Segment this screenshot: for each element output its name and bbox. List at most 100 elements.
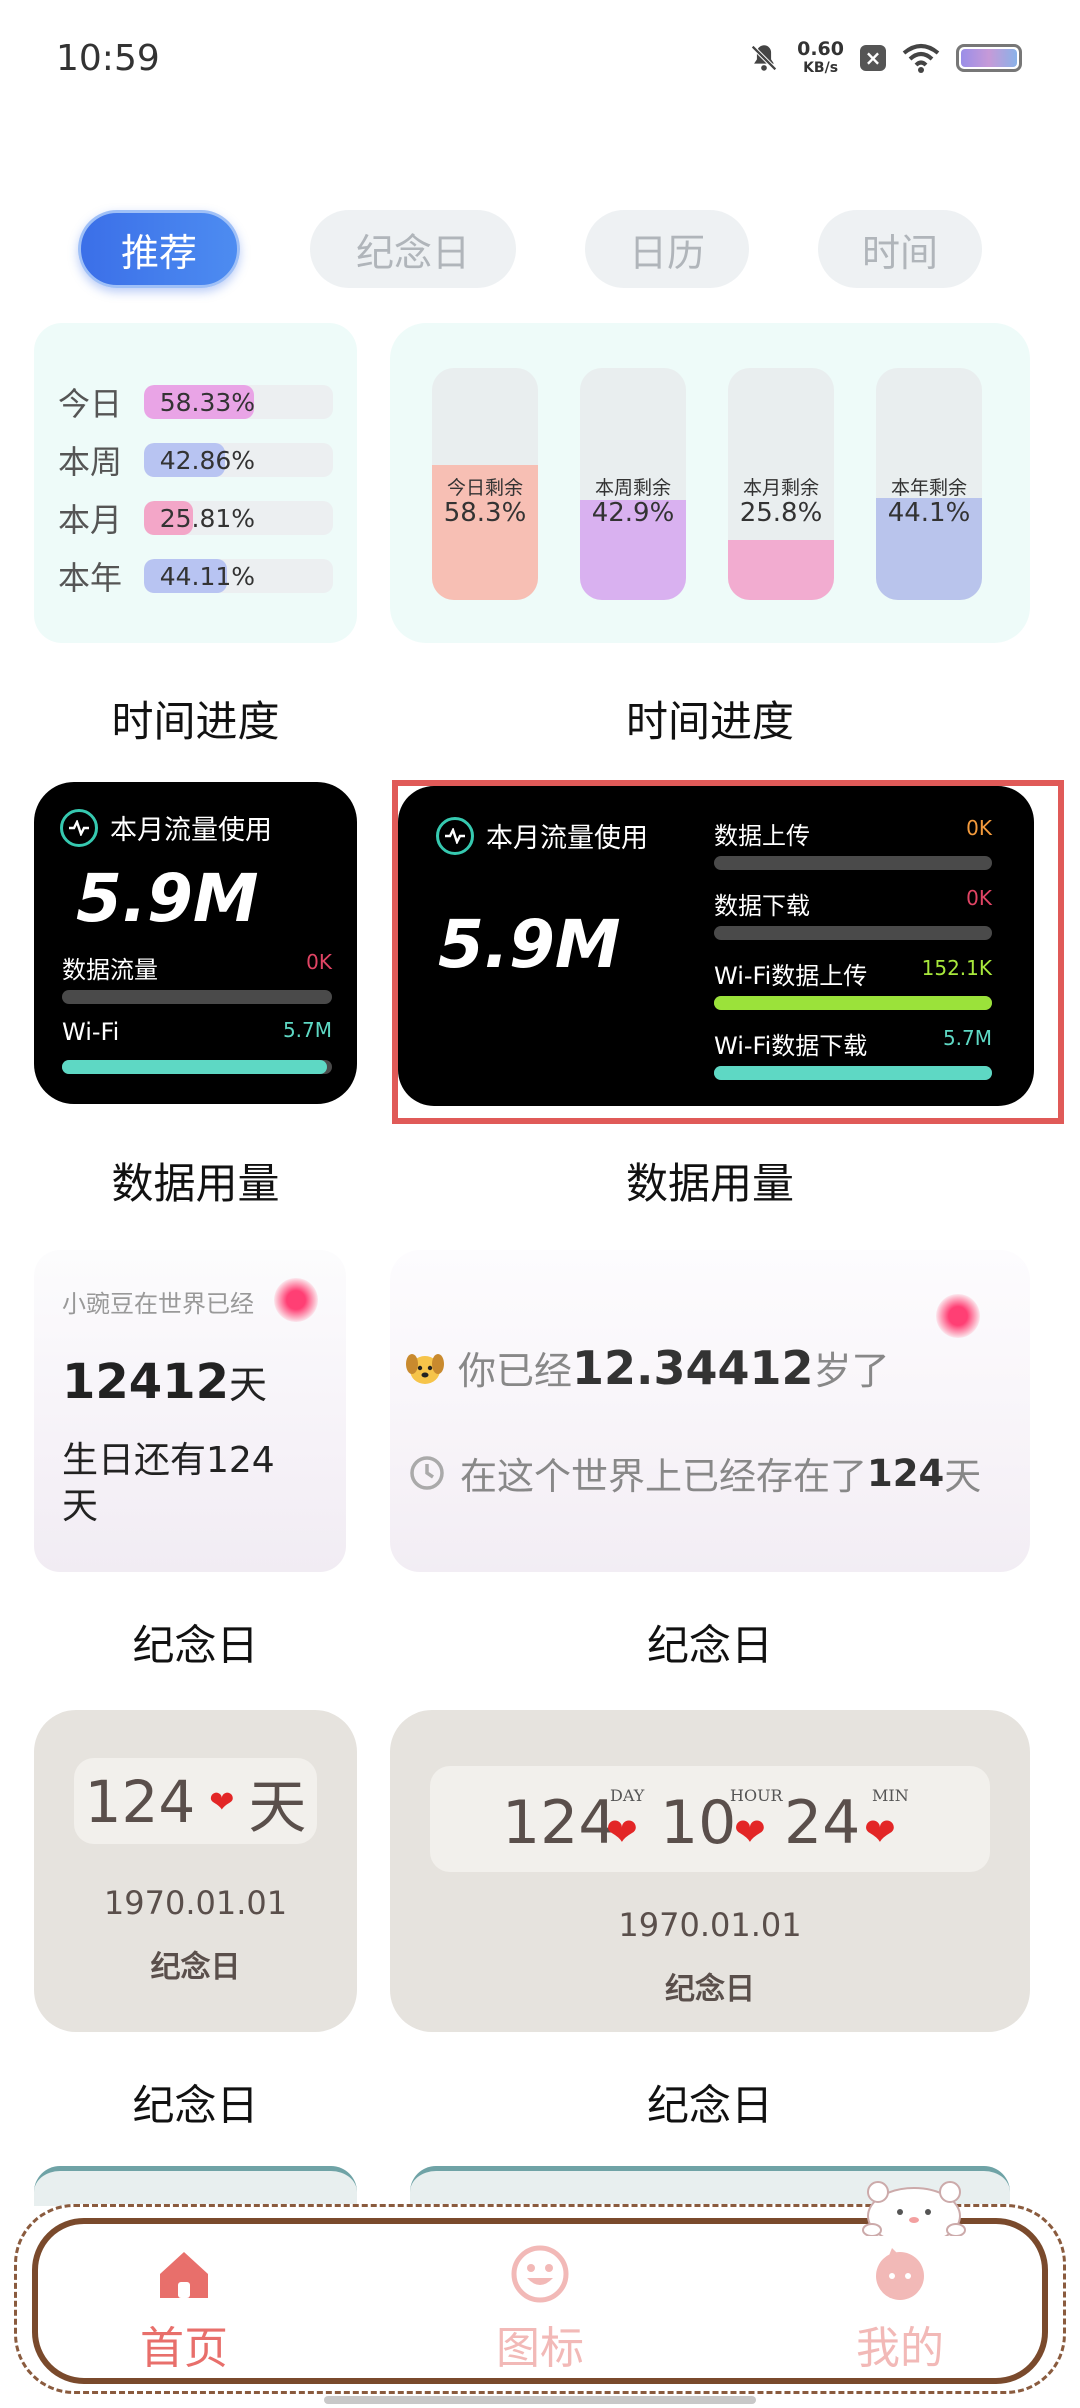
row-label: 数据流量 bbox=[62, 956, 158, 984]
heart-icon: ❤ bbox=[209, 1784, 235, 1820]
progress-bar: 42.86% bbox=[143, 443, 333, 477]
column-value: 25.8% bbox=[739, 498, 823, 528]
row-label: Wi-Fi bbox=[62, 1018, 120, 1046]
column-label: 本月剩余 bbox=[742, 477, 819, 499]
tab-time[interactable]: 时间 bbox=[818, 210, 982, 288]
row-track bbox=[714, 856, 992, 870]
exist-suffix: 天 bbox=[944, 1455, 982, 1498]
progress-value: 58.33% bbox=[159, 388, 256, 417]
day-label: DAY bbox=[610, 1786, 645, 1805]
countdown-name: 纪念日 bbox=[665, 1972, 755, 2007]
app-screen: 10:59 0.60 KB/s × 推荐 纪念日 日历 时间 今日 58.33%… bbox=[0, 0, 1080, 2408]
data-usage-row-download: 数据下载 0K bbox=[714, 886, 992, 942]
nav-label: 我的 bbox=[856, 2323, 944, 2374]
days-unit: 天 bbox=[229, 1363, 268, 1407]
status-time: 10:59 bbox=[56, 38, 160, 79]
progress-row-month: 本月 25.81% bbox=[58, 489, 333, 547]
widget-caption: 纪念日 bbox=[646, 2081, 773, 2130]
progress-label: 本周 bbox=[58, 443, 123, 481]
anniversary-large-widget[interactable]: 你已经 12.34412 岁了 在这个世界上已经存在了 124 天 bbox=[390, 1250, 1030, 1572]
data-usage-row-mobile: 数据流量 0K bbox=[62, 950, 332, 1004]
tab-recommend[interactable]: 推荐 bbox=[78, 210, 240, 288]
data-usage-title: 本月流量使用 bbox=[486, 823, 648, 854]
row-track bbox=[714, 926, 992, 940]
column-value: 42.9% bbox=[591, 498, 675, 528]
countdown-large-widget[interactable]: 124 DAY ❤ 10 HOUR ❤ 24 MIN ❤ 1970.01.01 … bbox=[390, 1710, 1030, 2032]
nav-label: 首页 bbox=[140, 2323, 228, 2374]
data-usage-row-wifi-upload: Wi-Fi数据上传 152.1K bbox=[714, 956, 992, 1012]
age-suffix: 岁了 bbox=[813, 1349, 890, 1393]
age-line: 你已经 12.34412 岁了 bbox=[404, 1340, 890, 1395]
countdown-name: 纪念日 bbox=[150, 1950, 241, 1985]
nav-label: 图标 bbox=[496, 2323, 584, 2374]
widget-caption: 时间进度 bbox=[111, 697, 280, 746]
anniversary-small-widget[interactable]: 小豌豆在世界已经 12412天 生日还有124 天 bbox=[34, 1250, 346, 1572]
nav-profile[interactable]: 我的 bbox=[810, 2244, 990, 2376]
row-value: 5.7M bbox=[942, 1026, 992, 1050]
progress-bar: 44.11% bbox=[143, 559, 333, 593]
progress-column-today: 今日剩余 58.3% bbox=[432, 368, 538, 600]
data-usage-small-widget[interactable]: 本月流量使用 5.9M 数据流量 0K Wi-Fi 5.7M bbox=[34, 782, 357, 1104]
data-usage-large-widget[interactable]: 本月流量使用 5.9M 数据上传 0K 数据下载 0K Wi-Fi数据上传 15… bbox=[398, 786, 1034, 1106]
network-speed-unit: KB/s bbox=[803, 60, 839, 76]
widget-caption: 纪念日 bbox=[132, 1621, 259, 1670]
birthday-line: 生日还有124 bbox=[62, 1440, 275, 1481]
age-prefix: 你已经 bbox=[458, 1349, 573, 1393]
widget-caption: 纪念日 bbox=[646, 1621, 773, 1670]
time-progress-list-widget[interactable]: 今日 58.33% 本周 42.86% 本月 25.81% 本年 44.11% bbox=[34, 323, 357, 643]
status-bar: 10:59 0.60 KB/s × bbox=[0, 0, 1080, 120]
column-fill bbox=[728, 540, 834, 600]
row-value: 152.1K bbox=[921, 956, 992, 980]
progress-label: 本月 bbox=[58, 501, 123, 539]
column-label: 今日剩余 bbox=[446, 477, 523, 499]
countdown-days: 124 bbox=[502, 1788, 617, 1858]
countdown-small-widget[interactable]: 124 ❤ 天 1970.01.01 纪念日 bbox=[34, 1710, 357, 2032]
bell-muted-icon bbox=[751, 44, 777, 71]
countdown-date: 1970.01.01 bbox=[618, 1906, 802, 1944]
row-label: 数据上传 bbox=[714, 822, 810, 850]
countdown-date: 1970.01.01 bbox=[103, 1884, 288, 1922]
status-icons: 0.60 KB/s × bbox=[747, 40, 1022, 75]
progress-value: 44.11% bbox=[159, 562, 256, 591]
network-speed: 0.60 KB/s bbox=[797, 40, 844, 76]
progress-row-week: 本周 42.86% bbox=[58, 431, 333, 489]
bear-icon bbox=[862, 2181, 966, 2236]
nav-icons[interactable]: 图标 bbox=[450, 2244, 630, 2376]
row-fill bbox=[714, 996, 992, 1010]
row-value: 0K bbox=[306, 950, 332, 974]
row-label: 数据下载 bbox=[714, 892, 810, 920]
glow-dot bbox=[936, 1294, 980, 1338]
widget-caption: 数据用量 bbox=[625, 1159, 794, 1208]
pulse-icon bbox=[60, 808, 98, 847]
exist-line: 在这个世界上已经存在了 124 天 bbox=[408, 1446, 981, 1500]
progress-value: 42.86% bbox=[159, 446, 256, 475]
age-value: 12.34412 bbox=[572, 1340, 814, 1395]
row-label: Wi-Fi数据下载 bbox=[714, 1032, 868, 1060]
row-value: 0K bbox=[966, 886, 992, 910]
battery-icon bbox=[956, 43, 1022, 72]
column-label: 本周剩余 bbox=[594, 477, 671, 499]
pulse-icon bbox=[436, 816, 474, 855]
countdown-hours: 10 bbox=[660, 1788, 737, 1858]
hour-label: HOUR bbox=[730, 1786, 783, 1805]
countdown-minutes: 24 bbox=[784, 1788, 861, 1858]
tab-calendar[interactable]: 日历 bbox=[585, 210, 749, 288]
birthday-countdown: 生日还有124 天 bbox=[62, 1438, 275, 1530]
widget-caption: 时间进度 bbox=[625, 697, 794, 746]
exist-prefix: 在这个世界上已经存在了 bbox=[460, 1455, 867, 1498]
data-usage-row-wifi: Wi-Fi 5.7M bbox=[62, 1018, 332, 1074]
time-progress-columns-widget[interactable]: 今日剩余 58.3% 本周剩余 42.9% 本月剩余 25.8% 本年剩余 44… bbox=[390, 323, 1030, 643]
data-usage-header: 本月流量使用 bbox=[436, 816, 648, 855]
home-indicator bbox=[324, 2396, 756, 2404]
exist-value: 124 bbox=[867, 1451, 945, 1495]
column-value: 44.1% bbox=[887, 498, 971, 528]
nav-home[interactable]: 首页 bbox=[94, 2244, 274, 2376]
progress-value: 25.81% bbox=[159, 504, 256, 533]
min-label: MIN bbox=[872, 1786, 909, 1805]
tab-anniversary[interactable]: 纪念日 bbox=[310, 210, 516, 288]
data-usage-title: 本月流量使用 bbox=[110, 815, 272, 846]
data-usage-total: 5.9M bbox=[438, 906, 621, 983]
progress-row-today: 今日 58.33% bbox=[58, 373, 333, 431]
widget-caption: 数据用量 bbox=[111, 1159, 280, 1208]
progress-label: 今日 bbox=[58, 385, 123, 423]
